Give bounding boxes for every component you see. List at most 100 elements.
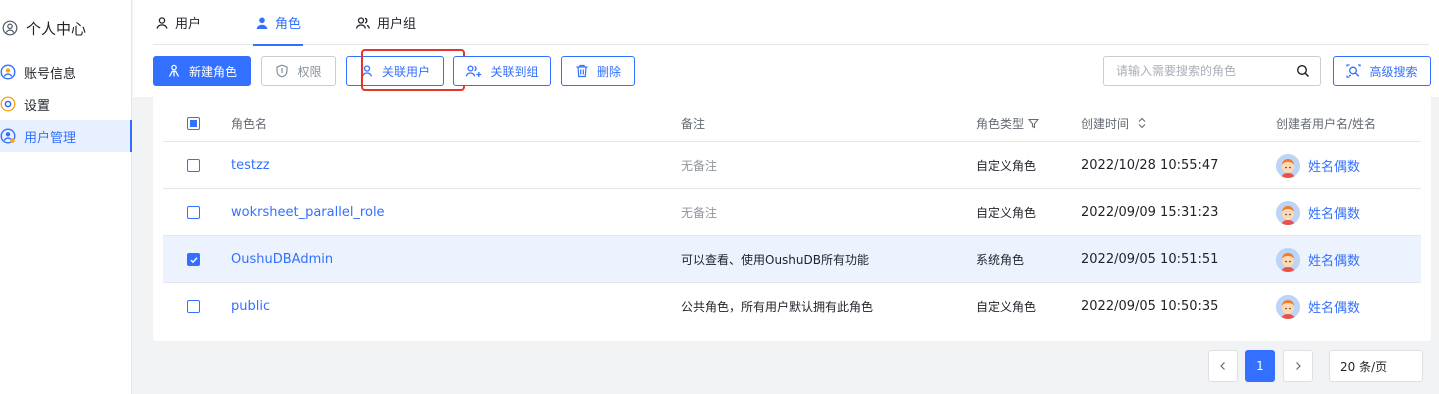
role-name[interactable]: wokrsheet_parallel_role <box>231 189 385 236</box>
user-icon <box>155 16 169 30</box>
tab-label: 用户组 <box>377 17 417 32</box>
sidebar-item-settings[interactable]: 设置 <box>0 88 132 120</box>
new-role-button[interactable]: 新建角色 <box>153 56 251 86</box>
header-created-label: 创建时间 <box>1081 116 1130 131</box>
filter-icon[interactable] <box>1028 118 1040 129</box>
creator-name: 姓名偶数 <box>1308 207 1361 222</box>
settings-icon <box>0 96 16 112</box>
created-time: 2022/09/05 10:51:51 <box>1081 252 1219 267</box>
table-row[interactable]: public 公共角色，所有用户默认拥有此角色 自定义角色 2022/09/05… <box>163 282 1421 329</box>
chevron-right-icon <box>1293 361 1303 371</box>
row-checkbox-cell <box>187 142 200 189</box>
tab-users[interactable]: 用户 <box>153 0 203 45</box>
main-content: 用户 角色 用户组 新建角色 权限 关联用户 关联到组 删除 请输入需要搜索的角… <box>133 0 1439 394</box>
link-user-label: 关联用户 <box>381 64 430 79</box>
link-group-label: 关联到组 <box>490 64 539 79</box>
chevron-left-icon <box>1218 361 1228 371</box>
role-icon <box>255 16 269 30</box>
header-type-label: 角色类型 <box>976 116 1025 131</box>
search-input[interactable] <box>1116 64 1296 78</box>
advanced-search-icon <box>1346 64 1362 78</box>
creator-name: 姓名偶数 <box>1308 254 1361 269</box>
permission-label: 权限 <box>297 64 322 79</box>
role-name[interactable]: OushuDBAdmin <box>231 236 333 283</box>
tab-user-groups[interactable]: 用户组 <box>353 0 418 45</box>
search-box <box>1103 56 1321 86</box>
user-circle-icon <box>2 20 18 36</box>
add-group-icon <box>465 64 482 78</box>
new-role-label: 新建角色 <box>188 64 237 79</box>
account-icon <box>0 64 16 80</box>
creator-name: 姓名偶数 <box>1308 301 1361 316</box>
table-row[interactable]: OushuDBAdmin 可以查看、使用OushuDB所有功能 系统角色 202… <box>163 235 1421 282</box>
role-name[interactable]: public <box>231 283 270 330</box>
header-area: 用户 角色 用户组 新建角色 权限 关联用户 关联到组 删除 请输入需要搜索的角… <box>133 0 1439 97</box>
toolbar: 新建角色 权限 关联用户 关联到组 删除 请输入需要搜索的角色 高级搜索 <box>153 49 1431 91</box>
role-name[interactable]: testzz <box>231 142 270 189</box>
avatar <box>1276 153 1300 178</box>
search-icon[interactable] <box>1296 64 1310 78</box>
sidebar-item-label: 设置 <box>24 98 51 114</box>
check-icon <box>189 256 198 263</box>
sidebar: 个人中心 账号信息 设置 用户管理 <box>0 0 132 394</box>
tab-roles[interactable]: 角色 <box>253 0 304 46</box>
role-note: 无备注 <box>681 159 718 173</box>
delete-label: 删除 <box>596 64 621 79</box>
sort-icon[interactable] <box>1137 117 1147 129</box>
avatar <box>1276 247 1300 272</box>
role-type: 系统角色 <box>976 253 1025 267</box>
trash-icon <box>575 64 589 78</box>
role-note: 无备注 <box>681 206 718 220</box>
creator-cell[interactable]: 姓名偶数 <box>1276 283 1360 330</box>
created-time: 2022/09/09 15:31:23 <box>1081 205 1219 220</box>
row-checkbox-cell <box>187 236 200 283</box>
creator-cell[interactable]: 姓名偶数 <box>1276 142 1360 189</box>
user-manage-icon <box>0 128 16 144</box>
link-user-button[interactable]: 关联用户 <box>346 56 444 86</box>
select-all-checkbox[interactable] <box>187 116 200 130</box>
role-type: 自定义角色 <box>976 159 1037 173</box>
page-1-button[interactable]: 1 <box>1245 350 1275 382</box>
row-checkbox[interactable] <box>187 159 200 172</box>
table-row[interactable]: wokrsheet_parallel_role 无备注 自定义角色 2022/0… <box>163 188 1421 235</box>
user-icon <box>360 64 374 78</box>
row-checkbox-cell <box>187 189 200 236</box>
shield-icon <box>275 64 289 78</box>
role-note: 公共角色，所有用户默认拥有此角色 <box>681 300 874 314</box>
prev-page-button[interactable] <box>1208 350 1238 382</box>
row-checkbox[interactable] <box>187 206 200 219</box>
avatar <box>1276 200 1300 225</box>
sidebar-item-label: 用户管理 <box>24 130 77 146</box>
role-type: 自定义角色 <box>976 300 1037 314</box>
row-checkbox[interactable] <box>187 253 200 266</box>
advanced-search-label: 高级搜索 <box>1369 64 1418 79</box>
tab-label: 角色 <box>275 17 302 32</box>
table-row[interactable]: testzz 无备注 自定义角色 2022/10/28 10:55:47 姓名偶… <box>163 141 1421 188</box>
created-time: 2022/10/28 10:55:47 <box>1081 158 1219 173</box>
permission-button[interactable]: 权限 <box>261 56 336 86</box>
sidebar-title-label: 个人中心 <box>26 19 87 38</box>
roles-table: 角色名 备注 角色类型 创建时间 创建者用户名/姓名 testzz 无备注 自定… <box>153 97 1431 341</box>
sidebar-title[interactable]: 个人中心 <box>0 16 86 40</box>
created-time: 2022/09/05 10:50:35 <box>1081 299 1219 314</box>
delete-button[interactable]: 删除 <box>561 56 635 86</box>
creator-cell[interactable]: 姓名偶数 <box>1276 189 1360 236</box>
advanced-search-button[interactable]: 高级搜索 <box>1333 56 1431 86</box>
role-note: 可以查看、使用OushuDB所有功能 <box>681 253 869 267</box>
page-size-select[interactable]: 20 条/页 <box>1329 350 1423 382</box>
creator-cell[interactable]: 姓名偶数 <box>1276 236 1360 283</box>
role-type: 自定义角色 <box>976 206 1037 220</box>
avatar <box>1276 294 1300 319</box>
next-page-button[interactable] <box>1283 350 1313 382</box>
row-checkbox-cell <box>187 283 200 330</box>
sidebar-item-label: 账号信息 <box>24 66 77 82</box>
link-group-button[interactable]: 关联到组 <box>453 56 551 86</box>
add-role-icon <box>167 64 181 78</box>
tab-bar: 用户 角色 用户组 <box>153 0 1429 46</box>
sidebar-item-user-management[interactable]: 用户管理 <box>0 120 132 152</box>
group-icon <box>355 16 371 30</box>
sidebar-item-account[interactable]: 账号信息 <box>0 56 132 88</box>
row-checkbox[interactable] <box>187 300 200 313</box>
tab-label: 用户 <box>175 17 202 32</box>
creator-name: 姓名偶数 <box>1308 160 1361 175</box>
